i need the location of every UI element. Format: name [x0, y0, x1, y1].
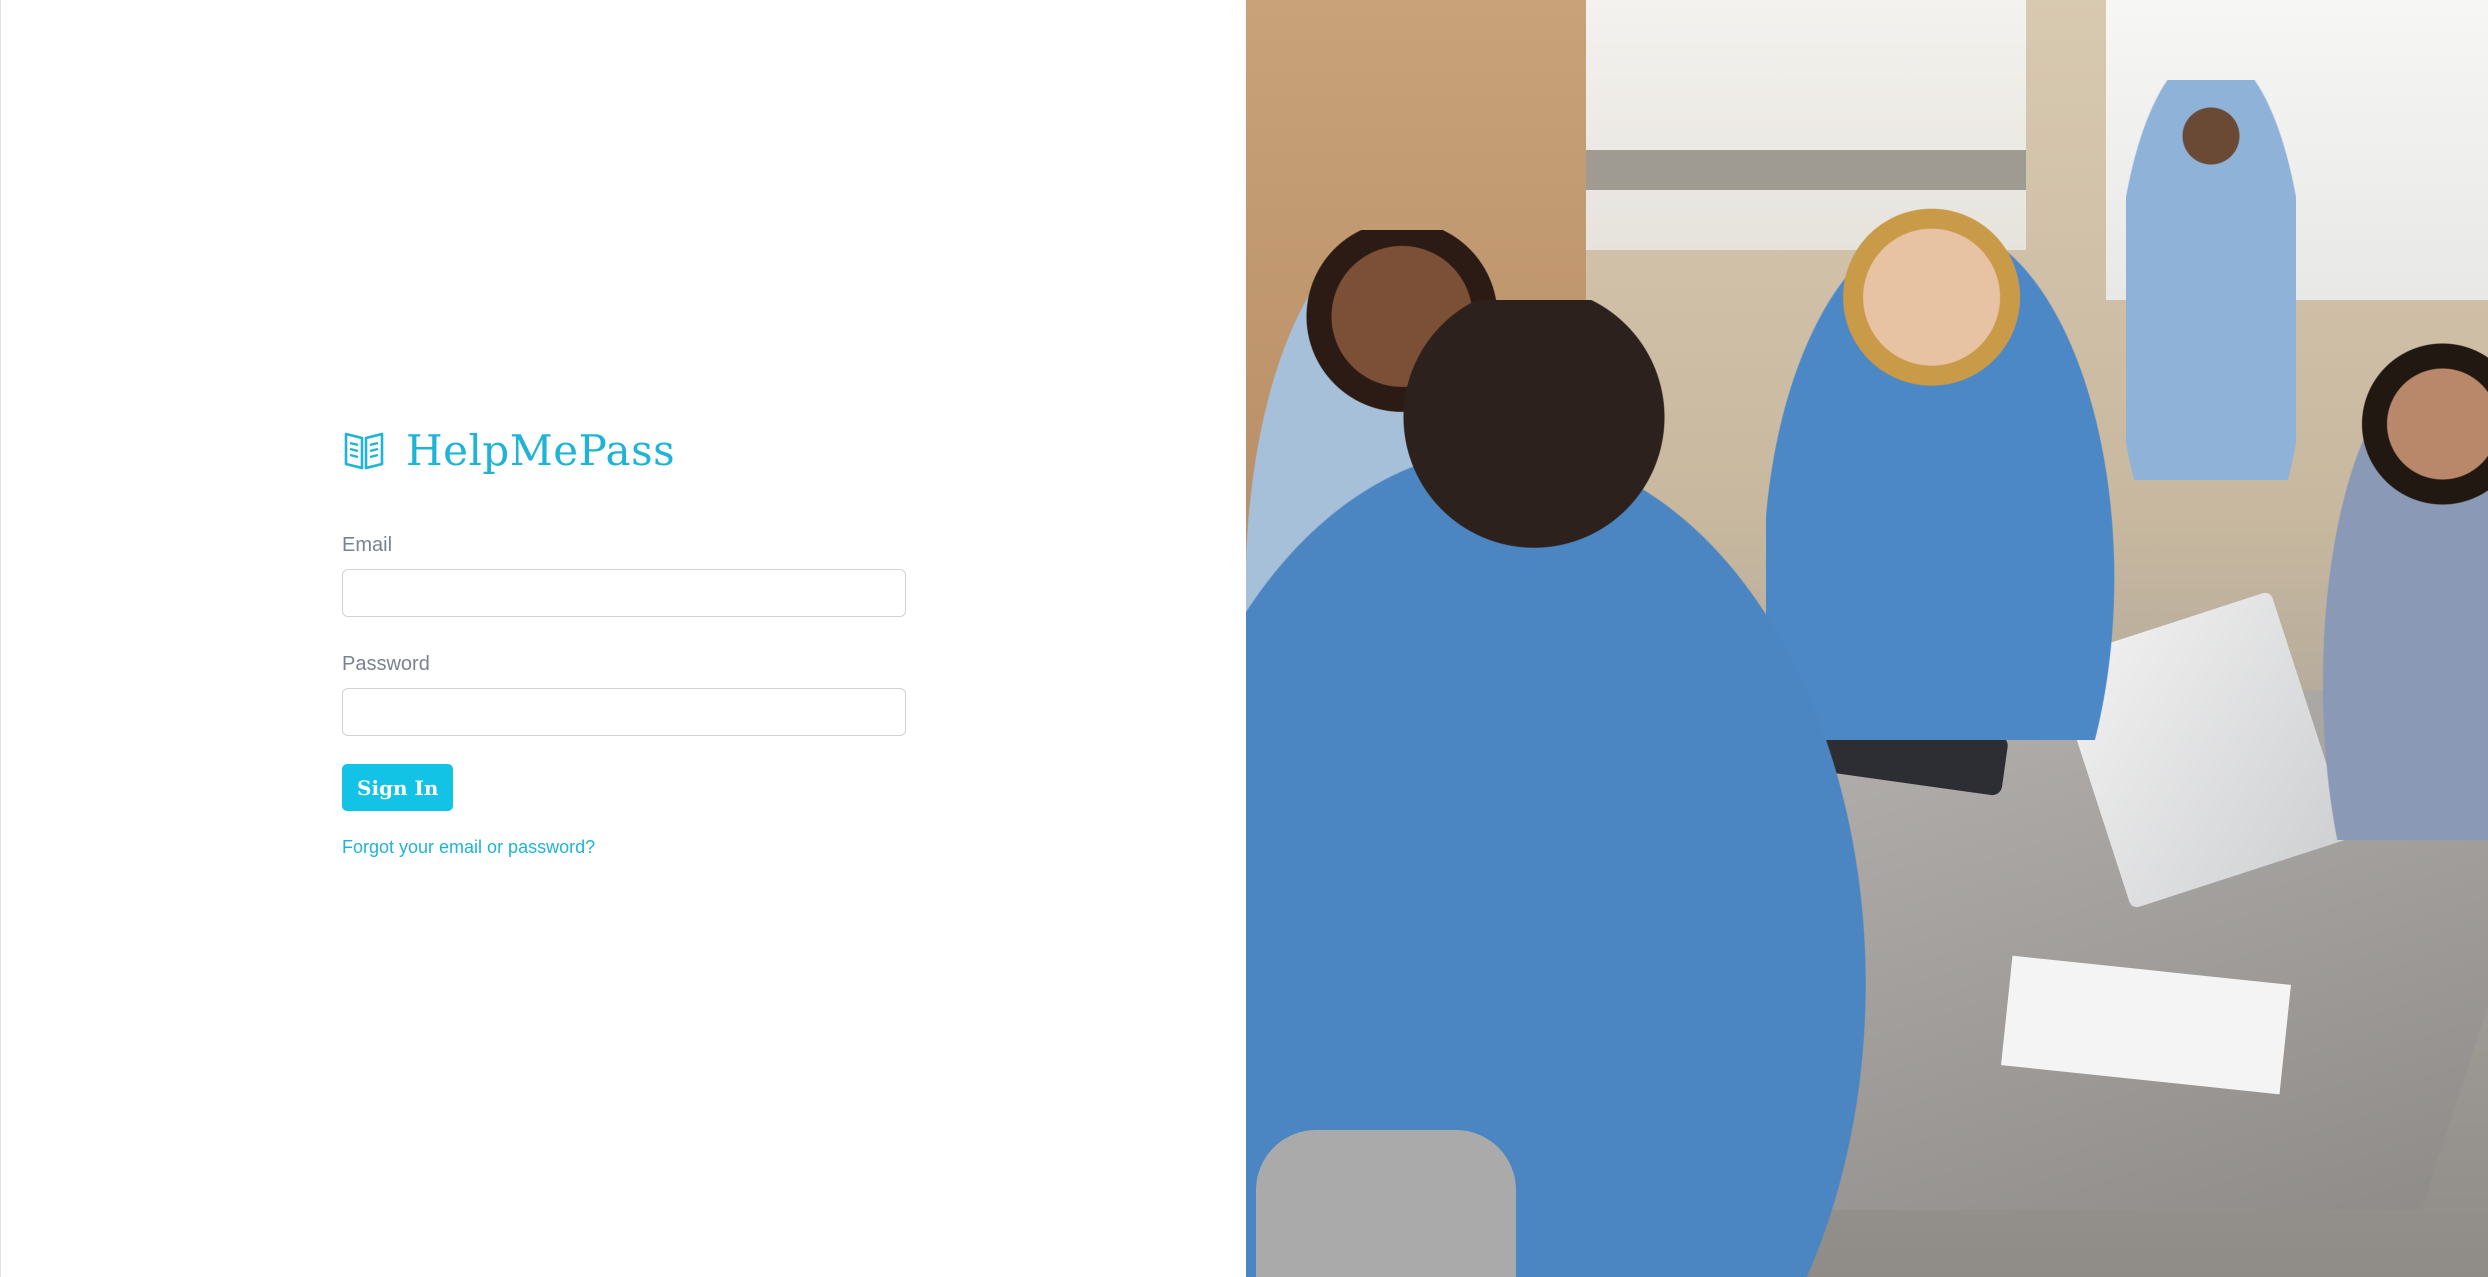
login-page: HelpMePass Email Password Sign In Forgot…: [0, 0, 2488, 1277]
forgot-credentials-link[interactable]: Forgot your email or password?: [342, 837, 906, 858]
photo-chair: [1256, 1130, 1516, 1277]
email-field[interactable]: [342, 569, 906, 617]
email-label: Email: [342, 534, 393, 556]
brand-name: HelpMePass: [406, 425, 676, 475]
login-form: HelpMePass Email Password Sign In Forgot…: [342, 420, 906, 858]
sign-in-button[interactable]: Sign In: [342, 764, 454, 811]
photo-window-frame: [1586, 150, 2026, 190]
classroom-students-photo: [1246, 0, 2488, 1277]
password-label: Password: [342, 653, 430, 675]
photo-teacher: [2126, 80, 2296, 480]
login-panel: HelpMePass Email Password Sign In Forgot…: [0, 0, 1246, 1277]
open-book-icon: [342, 428, 386, 472]
password-field[interactable]: [342, 688, 906, 736]
photo-student-right: [2306, 320, 2488, 840]
brand-logo: HelpMePass: [342, 420, 906, 480]
